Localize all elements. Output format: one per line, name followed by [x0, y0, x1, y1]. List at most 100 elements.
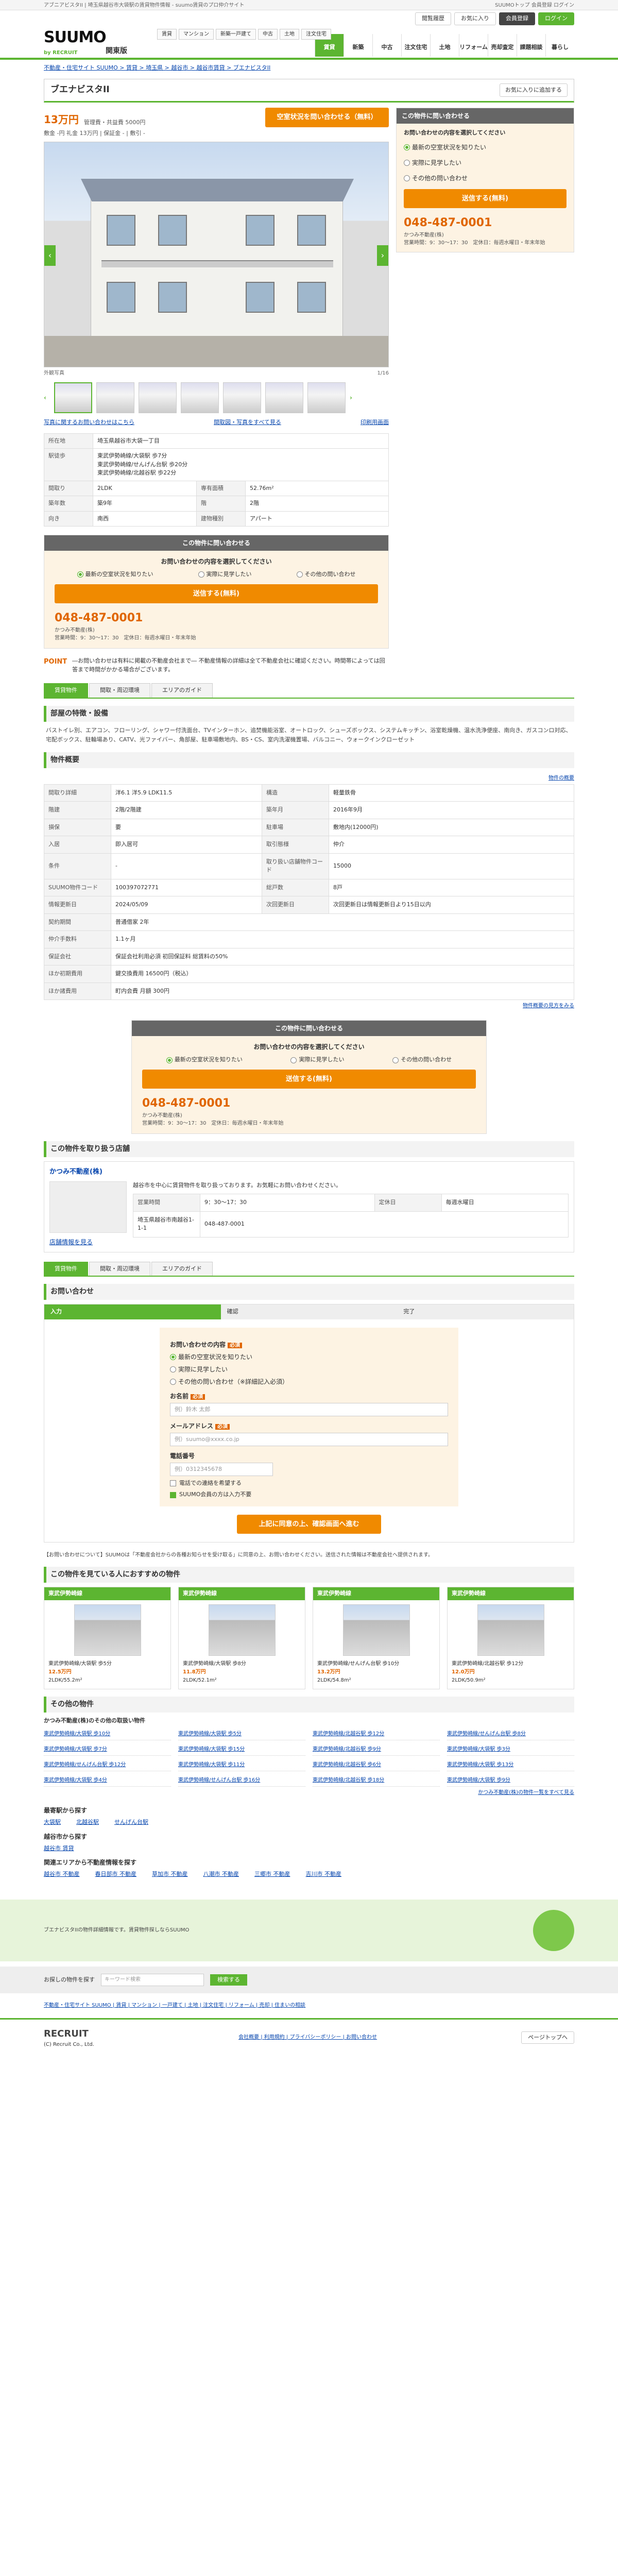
list-item[interactable]: 東武伊勢崎線/せんげん台駅 歩16分 — [178, 1774, 305, 1787]
inquiry-option-visit[interactable]: 実際に見学したい — [198, 570, 252, 579]
tab-layout[interactable]: 間取・周辺環境 — [89, 683, 150, 698]
page-top-button[interactable]: ページトップへ — [521, 2031, 574, 2044]
side-phone-number[interactable]: 048-487-0001 — [404, 214, 566, 231]
company-info-link[interactable]: 店舗情報を見る — [49, 1239, 93, 1246]
add-favorite-button[interactable]: お気に入りに追加する — [500, 83, 568, 97]
thumbnail[interactable] — [265, 382, 303, 413]
search-tab[interactable]: 土地 — [280, 29, 299, 40]
thumbnail[interactable] — [223, 382, 261, 413]
list-item[interactable]: 東武伊勢崎線/北越谷駅 歩6分 — [313, 1759, 440, 1772]
list-item[interactable]: 東武伊勢崎線/大袋駅 歩9分 — [447, 1774, 574, 1787]
footer-search-input[interactable]: キーワード検索 — [101, 1973, 204, 1986]
search-tab[interactable]: 新築一戸建て — [216, 29, 256, 40]
list-item[interactable]: 東武伊勢崎線/大袋駅 歩3分 — [447, 1743, 574, 1756]
print-link[interactable]: 印刷用画面 — [360, 418, 389, 427]
mid-option-vacancy[interactable]: 最新の空室状況を知りたい — [166, 1056, 243, 1064]
list-item[interactable]: 東武伊勢崎線/大袋駅 歩11分 — [178, 1759, 305, 1772]
recommend-card[interactable]: 東武伊勢崎線 東武伊勢崎線/北越谷駅 歩12分 12.0万円 2LDK/50.9m² — [447, 1587, 574, 1689]
photo-next-arrow-icon[interactable]: › — [377, 245, 388, 266]
list-item[interactable]: 東武伊勢崎線/せんげん台駅 歩8分 — [447, 1728, 574, 1741]
city-link[interactable]: 越谷市 賃貸 — [44, 1844, 74, 1853]
form-option-other[interactable]: その他の問い合わせ（※詳細記入必須） — [170, 1377, 448, 1386]
list-item[interactable]: 東武伊勢崎線/せんげん台駅 歩12分 — [44, 1759, 171, 1772]
name-input[interactable]: 例）鈴木 太郎 — [170, 1402, 448, 1416]
thumbnail[interactable] — [139, 382, 177, 413]
list-item[interactable]: 東武伊勢崎線/北越谷駅 歩9分 — [313, 1743, 440, 1756]
list-item[interactable]: 東武伊勢崎線/大袋駅 歩7分 — [44, 1743, 171, 1756]
send-button[interactable]: 送信する(無料) — [55, 584, 378, 603]
side-option-visit[interactable]: 実際に見学したい — [404, 158, 566, 167]
overview-help-link[interactable]: 物件概要の見方をみる — [523, 1003, 574, 1009]
side-send-button[interactable]: 送信する(無料) — [404, 189, 566, 208]
search-tab[interactable]: 賃貸 — [157, 29, 177, 40]
recommend-card[interactable]: 東武伊勢崎線 東武伊勢崎線/大袋駅 歩8分 11.8万円 2LDK/52.1m² — [178, 1587, 305, 1689]
phone-number[interactable]: 048-487-0001 — [55, 609, 378, 626]
confirm-button[interactable]: 上記に同意の上、確認画面へ進む — [237, 1514, 381, 1534]
form-option-visit[interactable]: 実際に見学したい — [170, 1365, 448, 1374]
overview-note-link[interactable]: 物件の概要 — [548, 775, 574, 781]
tab-layout-2[interactable]: 間取・周辺環境 — [89, 1261, 150, 1276]
suumo-logo[interactable]: SUUMO by RECRUIT — [44, 26, 107, 57]
nav-sale[interactable]: 売却査定 — [488, 34, 517, 57]
all-photos-link[interactable]: 間取図・写真をすべて見る — [214, 418, 281, 427]
area-link[interactable]: 吉川市 不動産 — [306, 1870, 342, 1879]
main-photo[interactable]: ‹ › — [44, 142, 389, 367]
phone-input[interactable]: 例）0312345678 — [170, 1462, 273, 1476]
station-link[interactable]: 北越谷駅 — [76, 1818, 99, 1827]
history-button[interactable]: 閲覧履歴 — [415, 12, 451, 25]
thumb-next-icon[interactable]: › — [350, 393, 356, 402]
mid-send-button[interactable]: 送信する(無料) — [142, 1069, 476, 1089]
mid-option-other[interactable]: その他の問い合わせ — [392, 1056, 452, 1064]
tab-area-2[interactable]: エリアのガイド — [151, 1261, 213, 1276]
form-option-vacancy[interactable]: 最新の空室状況を知りたい — [170, 1352, 448, 1362]
inquiry-option-vacancy[interactable]: 最新の空室状況を知りたい — [77, 570, 153, 579]
tab-area[interactable]: エリアのガイド — [151, 683, 213, 698]
area-link[interactable]: 越谷市 不動産 — [44, 1870, 80, 1879]
top-bar-links[interactable]: SUUMOトップ 会員登録 ログイン — [495, 2, 574, 9]
nav-new[interactable]: 新築 — [344, 34, 372, 57]
nav-used[interactable]: 中古 — [372, 34, 401, 57]
company-name[interactable]: かつみ不動産(株) — [49, 1167, 569, 1177]
mid-option-visit[interactable]: 実際に見学したい — [290, 1056, 344, 1064]
area-link[interactable]: 八潮市 不動産 — [203, 1870, 239, 1879]
inquiry-option-other[interactable]: その他の問い合わせ — [296, 570, 356, 579]
photo-inquiry-link[interactable]: 写真に関するお問い合わせはこちら — [44, 418, 134, 427]
list-item[interactable]: 東武伊勢崎線/大袋駅 歩4分 — [44, 1774, 171, 1787]
others-more-link[interactable]: かつみ不動産(株)の物件一覧をすべて見る — [478, 1790, 574, 1795]
photo-prev-arrow-icon[interactable]: ‹ — [44, 245, 56, 266]
recruit-logo[interactable]: RECRUIT — [44, 2027, 94, 2041]
list-item[interactable]: 東武伊勢崎線/大袋駅 歩15分 — [178, 1743, 305, 1756]
area-link[interactable]: 春日部市 不動産 — [95, 1870, 137, 1879]
nav-custom-home[interactable]: 注文住宅 — [401, 34, 430, 57]
thumbnail[interactable] — [181, 382, 219, 413]
nav-life[interactable]: 暮らし — [545, 34, 574, 57]
side-option-vacancy[interactable]: 最新の空室状況を知りたい — [404, 143, 566, 152]
list-item[interactable]: 東武伊勢崎線/北越谷駅 歩12分 — [313, 1728, 440, 1741]
email-input[interactable]: 例）suumo@xxxx.co.jp — [170, 1432, 448, 1446]
member-checkbox[interactable]: SUUMO会員の方は入力不要 — [170, 1490, 448, 1499]
tab-rent-2[interactable]: 賃貸物件 — [44, 1261, 88, 1276]
footer-search-button[interactable]: 検索する — [210, 1974, 247, 1986]
area-link[interactable]: 草加市 不動産 — [152, 1870, 188, 1879]
thumbnail[interactable] — [96, 382, 134, 413]
thumb-prev-icon[interactable]: ‹ — [44, 393, 50, 402]
vacancy-inquiry-button[interactable]: 空室状況を問い合わせる（無料） — [265, 108, 389, 127]
list-item[interactable]: 東武伊勢崎線/大袋駅 歩10分 — [44, 1728, 171, 1741]
search-tab[interactable]: 注文住宅 — [301, 29, 331, 40]
station-link[interactable]: せんげん台駅 — [114, 1818, 148, 1827]
side-option-other[interactable]: その他の問い合わせ — [404, 174, 566, 183]
station-link[interactable]: 大袋駅 — [44, 1818, 61, 1827]
nav-land[interactable]: 土地 — [430, 34, 459, 57]
bottom-links[interactable]: 会社概要 | 利用規約 | プライバシーポリシー | お問い合わせ — [238, 2033, 377, 2041]
area-link[interactable]: 三郷市 不動産 — [254, 1870, 290, 1879]
nav-consult[interactable]: 課題相談 — [517, 34, 545, 57]
breadcrumb[interactable]: 不動産・住宅サイト SUUMO > 賃貸 > 埼玉県 > 越谷市 > 越谷市賃貸… — [44, 60, 574, 77]
mid-phone-number[interactable]: 048-487-0001 — [142, 1095, 476, 1112]
footer-links[interactable]: 不動産・住宅サイト SUUMO | 賃貸 | マンション | 一戸建て | 土地… — [44, 1993, 574, 2018]
register-button[interactable]: 会員登録 — [499, 12, 535, 25]
recommend-card[interactable]: 東武伊勢崎線 東武伊勢崎線/せんげん台駅 歩10分 13.2万円 2LDK/54.8… — [313, 1587, 440, 1689]
list-item[interactable]: 東武伊勢崎線/大袋駅 歩13分 — [447, 1759, 574, 1772]
thumbnail[interactable] — [307, 382, 346, 413]
list-item[interactable]: 東武伊勢崎線/北越谷駅 歩18分 — [313, 1774, 440, 1787]
login-button[interactable]: ログイン — [538, 12, 574, 25]
